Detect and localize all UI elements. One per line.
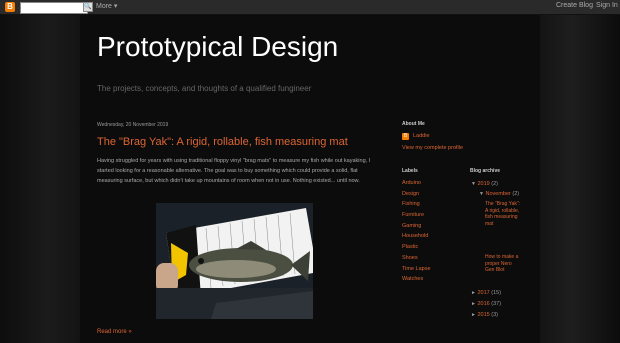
label-link[interactable]: Gaming [402, 221, 431, 232]
blog-title[interactable]: Prototypical Design [97, 31, 338, 63]
archive-year-label[interactable]: 2019 [477, 181, 489, 187]
blogger-profile-icon[interactable]: B [402, 133, 409, 140]
archive-year-label[interactable]: 2016 [477, 301, 489, 307]
archive-year-2019[interactable]: ▼ 2019 (2) [471, 181, 498, 187]
blogger-navbar: B 🔍 More ▾ Create Blog Sign In [0, 0, 620, 15]
post-date: Wednesday, 20 November 2019 [97, 122, 169, 128]
label-link[interactable]: Shoes [402, 253, 431, 264]
read-more-link[interactable]: Read more » [97, 329, 132, 335]
expand-toggle-icon[interactable]: ► [471, 301, 476, 307]
about-me-heading: About Me [402, 121, 425, 127]
label-link[interactable]: Plastic [402, 242, 431, 253]
label-link[interactable]: Watches [402, 274, 431, 285]
background-right [540, 0, 620, 343]
archive-count: (2) [512, 191, 520, 197]
fish-photo-illustration [156, 203, 313, 319]
archive-month-november[interactable]: ▼ November (2) [479, 191, 519, 197]
archive-year-2015[interactable]: ► 2015 (3) [471, 312, 498, 318]
archive-year-label[interactable]: 2015 [477, 312, 489, 318]
search-input[interactable] [20, 2, 88, 14]
background-left [0, 0, 80, 343]
archive-count: (15) [491, 290, 502, 296]
label-link[interactable]: Design [402, 189, 431, 200]
archive-count: (3) [491, 312, 498, 318]
archive-year-label[interactable]: 2017 [477, 290, 489, 296]
sign-in-link[interactable]: Sign In [596, 2, 618, 9]
post-image-fish[interactable] [156, 203, 313, 319]
label-link[interactable]: Arduino [402, 178, 431, 189]
expand-toggle-icon[interactable]: ► [471, 290, 476, 296]
label-link[interactable]: Time Lapse [402, 264, 431, 275]
collapse-toggle-icon[interactable]: ▼ [471, 181, 476, 187]
blog-description: The projects, concepts, and thoughts of … [97, 84, 312, 93]
archive-post-link[interactable]: How to make a proper Nero Gen Blot [485, 254, 521, 274]
more-menu-button[interactable]: More ▾ [96, 2, 117, 10]
view-profile-link[interactable]: View my complete profile [402, 145, 463, 151]
expand-toggle-icon[interactable]: ► [471, 312, 476, 318]
search-icon[interactable]: 🔍 [83, 2, 93, 12]
create-blog-link[interactable]: Create Blog [556, 2, 593, 9]
post-title-link[interactable]: The "Brag Yak": A rigid, rollable, fish … [97, 136, 348, 148]
label-link[interactable]: Furniture [402, 210, 431, 221]
archive-year-2016[interactable]: ► 2016 (37) [471, 301, 501, 307]
blog-archive-heading: Blog archive [470, 168, 501, 174]
archive-count: (37) [491, 301, 502, 307]
labels-list: Arduino Design Fishing Furniture Gaming … [402, 178, 431, 285]
blogger-logo-icon[interactable]: B [5, 2, 15, 12]
about-name-link[interactable]: Laddie [413, 133, 430, 139]
archive-post-link[interactable]: The "Brag Yak": A rigid, rollable, fish … [485, 201, 521, 227]
label-link[interactable]: Household [402, 231, 431, 242]
archive-year-2017[interactable]: ► 2017 (15) [471, 290, 501, 296]
archive-count: (2) [491, 181, 498, 187]
post-body: Having struggled for years with using tr… [97, 158, 371, 184]
archive-month-label[interactable]: November [485, 191, 510, 197]
label-link[interactable]: Fishing [402, 199, 431, 210]
labels-heading: Labels [402, 168, 418, 174]
collapse-toggle-icon[interactable]: ▼ [479, 191, 484, 197]
